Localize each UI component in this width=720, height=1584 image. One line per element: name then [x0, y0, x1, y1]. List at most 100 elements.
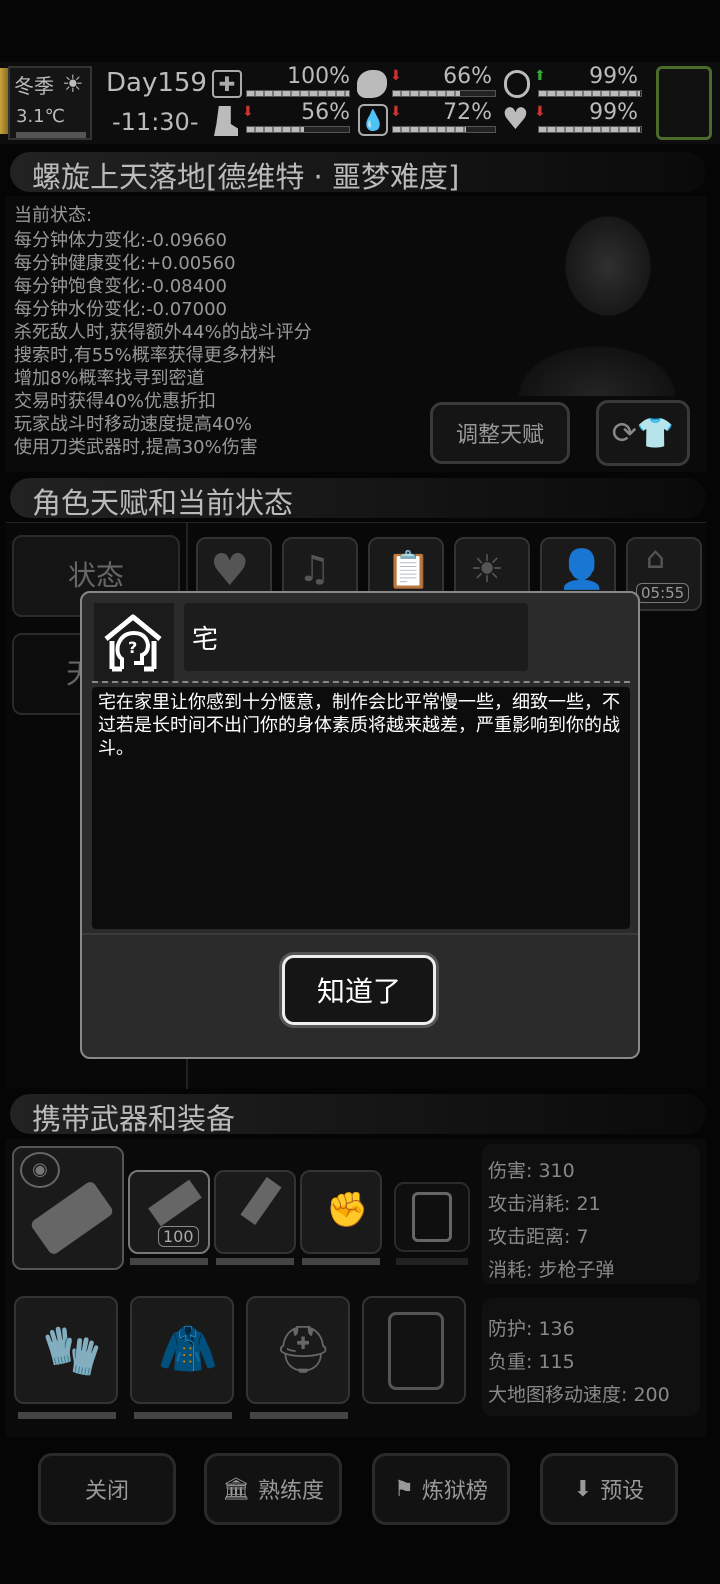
rifle-icon — [148, 1179, 202, 1227]
stomach-icon — [357, 70, 387, 98]
dialog-title-box: 宅 — [184, 603, 528, 671]
season-label: 冬季 — [14, 74, 54, 98]
heart-icon: ♥ — [502, 102, 529, 137]
health-value: 100% — [287, 64, 350, 89]
preset-icon: ⬇ — [573, 1476, 593, 1502]
status-line: 搜索时,有55%概率获得更多材料 — [14, 345, 276, 366]
dialog-confirm-button[interactable]: 知道了 — [282, 955, 436, 1025]
medkit-icon: ✚ — [212, 70, 242, 98]
dialog-description-box: 宅在家里让你感到十分惬意，制作会比平常慢一些，细致一些，不过若是长时间不出门你的… — [92, 687, 630, 929]
armor-slot-coat[interactable]: 🧥 — [130, 1296, 234, 1404]
fist-durability-bar — [302, 1258, 380, 1265]
shield-slot[interactable] — [394, 1182, 470, 1252]
status-line: 玩家战斗时移动速度提高40% — [14, 414, 253, 435]
talents-title: 角色天赋和当前状态 — [32, 486, 294, 520]
stamina-value: 56% — [301, 100, 350, 125]
status-list: 每分钟体力变化:-0.09660 每分钟健康变化:+0.00560 每分钟饱食变… — [14, 229, 312, 459]
weapon-slot-knife[interactable] — [214, 1170, 296, 1254]
character-panel: 当前状态: 每分钟体力变化:-0.09660 每分钟健康变化:+0.00560 … — [6, 196, 706, 472]
proficiency-icon: 🏛 — [222, 1476, 250, 1502]
home-mind-icon: ? — [104, 614, 162, 672]
ranking-button[interactable]: ⚑ 炼狱榜 — [372, 1453, 510, 1525]
weapon-ammo-type: 消耗: 步枪子弹 — [488, 1259, 615, 1281]
armor-protection: 防护: 136 — [488, 1318, 575, 1340]
coat-icon: 🧥 — [158, 1321, 218, 1377]
status-header: 当前状态: — [14, 205, 93, 226]
shield-durability-bar — [396, 1258, 468, 1265]
armor-slot-gloves[interactable]: 🧤 — [14, 1296, 118, 1404]
backpack-slot-button[interactable] — [656, 66, 712, 140]
shield-icon — [412, 1192, 452, 1242]
weapon-attack-cost: 攻击消耗: 21 — [488, 1193, 601, 1215]
health-bar — [246, 90, 350, 97]
equipment-title-bar: 携带武器和装备 — [10, 1094, 706, 1136]
thirst-value: 72% — [443, 100, 492, 125]
character-portrait — [476, 196, 696, 396]
weapon-slot-fist[interactable]: ✊ — [300, 1170, 382, 1254]
weapon-slot-rifle[interactable]: 100 — [128, 1170, 210, 1254]
knife-durability-bar — [216, 1258, 294, 1265]
adjust-talent-label: 调整天赋 — [455, 423, 544, 448]
mood-bar — [538, 90, 642, 97]
helmet-durability — [250, 1412, 348, 1419]
status-line: 每分钟体力变化:-0.09660 — [14, 230, 227, 251]
minigun-icon — [29, 1179, 115, 1257]
fist-icon: ✊ — [326, 1190, 369, 1230]
banner-icon: ⚑ — [394, 1476, 414, 1502]
talent-timer-badge: 05:55 — [636, 583, 690, 603]
dialog-icon-box: ? — [94, 603, 174, 681]
dialog-description: 宅在家里让你感到十分惬意，制作会比平常慢一些，细致一些，不过若是长时间不出门你的… — [98, 692, 620, 759]
game-screen: 冬季 ☀ 3.1℃ Day159 -11:30- ✚ 100% ⬇ 66% ⬆ … — [0, 0, 720, 1584]
stamina-bar — [246, 126, 350, 133]
dialog-footer-divider — [82, 933, 638, 935]
map-move-speed: 大地图移动速度: 200 — [488, 1384, 670, 1406]
music-heart-icon: ♫ — [298, 549, 331, 590]
weapon-slot-minigun[interactable]: ◉ — [12, 1146, 124, 1270]
rifle-durability-bar — [130, 1258, 208, 1265]
close-label: 关闭 — [84, 1479, 129, 1504]
hunger-bar — [392, 90, 496, 97]
sun-icon: ☀ — [62, 70, 84, 98]
change-outfit-button[interactable]: ⟳👕 — [596, 400, 690, 466]
status-line: 使用刀类武器时,提高30%伤害 — [14, 437, 258, 458]
mood-value: 99% — [589, 64, 638, 89]
status-line: 增加8%概率找寻到密道 — [14, 368, 205, 389]
talents-title-bar: 角色天赋和当前状态 — [10, 478, 706, 520]
hud-bar: 冬季 ☀ 3.1℃ Day159 -11:30- ✚ 100% ⬇ 66% ⬆ … — [0, 62, 720, 144]
coat-durability — [134, 1412, 232, 1419]
gloves-icon: 🧤 — [42, 1323, 102, 1379]
adjust-talent-button[interactable]: 调整天赋 — [430, 402, 570, 464]
weapon-attack-range: 攻击距离: 7 — [488, 1226, 589, 1248]
close-button[interactable]: 关闭 — [38, 1453, 176, 1525]
boot-icon — [214, 106, 238, 136]
talent-dialog: ? 宅 宅在家里让你感到十分惬意，制作会比平常慢一些，细致一些，不过若是长时间不… — [80, 591, 640, 1059]
character-title: 螺旋上天落地[德维特 · 噩梦难度] — [32, 160, 460, 194]
season-box: 冬季 ☀ 3.1℃ — [8, 66, 92, 140]
armor-slot-backpack[interactable] — [362, 1296, 466, 1404]
status-line: 每分钟水份变化:-0.07000 — [14, 299, 227, 320]
armor-slot-helmet[interactable]: ⛑ — [246, 1296, 350, 1404]
ranking-label: 炼狱榜 — [421, 1479, 488, 1504]
pill-icon — [504, 70, 530, 98]
armor-stats: 防护: 136 负重: 115 大地图移动速度: 200 — [482, 1298, 700, 1416]
person-icon: 👤 — [558, 547, 606, 591]
water-drop-icon: 💧 — [358, 104, 388, 136]
proficiency-button[interactable]: 🏛 熟练度 — [204, 1453, 342, 1525]
scope-icon: ◉ — [20, 1152, 60, 1188]
status-line: 交易时获得40%优惠折扣 — [14, 391, 217, 412]
armor-load: 负重: 115 — [488, 1351, 575, 1373]
backpack-icon — [388, 1312, 444, 1390]
dialog-dashed-divider — [92, 681, 630, 683]
preset-button[interactable]: ⬇ 预设 — [540, 1453, 678, 1525]
weapon-damage: 伤害: 310 — [488, 1160, 575, 1182]
tab-status-label: 状态 — [67, 559, 124, 592]
heart-icon: ♥ — [210, 545, 250, 596]
svg-text:?: ? — [128, 638, 137, 657]
helmet-icon: ⛑ — [274, 1322, 333, 1376]
proficiency-label: 熟练度 — [257, 1479, 324, 1504]
refresh-shirt-icon: ⟳👕 — [611, 415, 675, 451]
vitality-value: 99% — [589, 100, 638, 125]
temperature-bar — [16, 132, 86, 138]
character-title-bar: 螺旋上天落地[德维特 · 噩梦难度] — [10, 152, 706, 194]
time-label: -11:30- — [112, 108, 199, 136]
